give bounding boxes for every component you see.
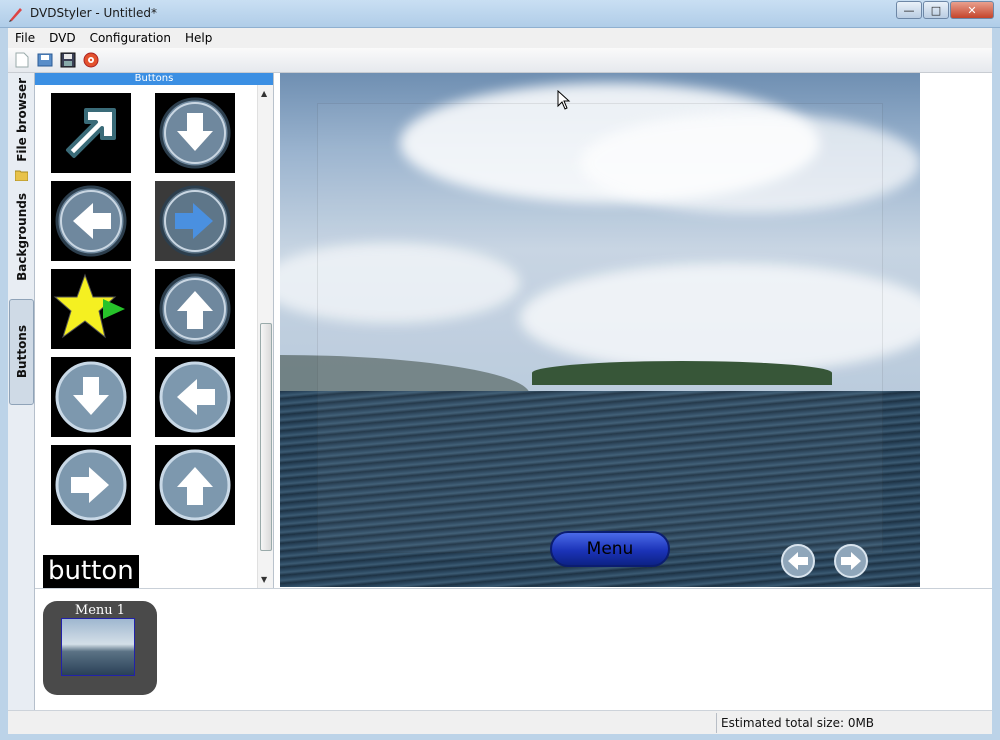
menu-button[interactable]: Menu bbox=[550, 531, 670, 567]
open-icon[interactable] bbox=[35, 50, 55, 70]
side-tabs: File browser Backgrounds Buttons bbox=[8, 73, 35, 710]
menus-strip: Menu 1 bbox=[35, 588, 992, 710]
button-thumb-arrow-left-2[interactable] bbox=[155, 357, 235, 437]
arrow-left-icon bbox=[55, 185, 127, 257]
title-bar: DVDStyler - Untitled* — □ ✕ bbox=[0, 0, 1000, 28]
arrow-up-icon bbox=[159, 273, 231, 345]
close-button[interactable]: ✕ bbox=[950, 1, 994, 19]
button-thumb-arrow-up-right[interactable] bbox=[51, 93, 131, 173]
menu-configuration[interactable]: Configuration bbox=[83, 31, 178, 45]
minimize-button[interactable]: — bbox=[896, 1, 922, 19]
button-thumb-arrow-right-2[interactable] bbox=[51, 445, 131, 525]
panel-scrollbar[interactable]: ▲ ▼ bbox=[257, 85, 273, 588]
buttons-panel: Buttons button ▲ ▼ bbox=[35, 73, 273, 588]
arrow-down-icon bbox=[55, 361, 127, 433]
tab-label: Backgrounds bbox=[14, 193, 29, 281]
menu-thumbnail-label: Menu 1 bbox=[74, 603, 126, 618]
menu-help[interactable]: Help bbox=[178, 31, 219, 45]
tab-backgrounds[interactable]: Backgrounds bbox=[9, 191, 34, 283]
menu-file[interactable]: File bbox=[8, 31, 42, 45]
button-thumb-arrow-up[interactable] bbox=[155, 269, 235, 349]
scroll-thumb[interactable] bbox=[260, 323, 272, 551]
menu-bar: File DVD Configuration Help bbox=[8, 28, 992, 48]
status-bar: Estimated total size: 0MB bbox=[8, 710, 992, 734]
menu-preview-canvas[interactable]: Menu bbox=[280, 73, 920, 587]
nav-next-icon[interactable] bbox=[833, 543, 869, 579]
arrow-down-icon bbox=[159, 97, 231, 169]
button-thumb-arrow-left[interactable] bbox=[51, 181, 131, 261]
safe-area-frame bbox=[317, 103, 883, 553]
arrow-right-icon bbox=[55, 449, 127, 521]
arrow-right-icon bbox=[159, 185, 231, 257]
window-title: DVDStyler - Untitled* bbox=[30, 6, 157, 20]
arrow-up-icon bbox=[159, 449, 231, 521]
maximize-button[interactable]: □ bbox=[923, 1, 949, 19]
burn-icon[interactable] bbox=[81, 50, 101, 70]
new-file-icon[interactable] bbox=[12, 50, 32, 70]
button-thumb-arrow-up-2[interactable] bbox=[155, 445, 235, 525]
tab-label: File browser bbox=[14, 78, 29, 162]
star-play-icon bbox=[53, 273, 125, 339]
menu-dvd[interactable]: DVD bbox=[42, 31, 82, 45]
toolbar bbox=[8, 48, 992, 73]
button-thumb-arrow-down-2[interactable] bbox=[51, 357, 131, 437]
tab-buttons[interactable]: Buttons bbox=[9, 299, 34, 405]
menu-thumbnail[interactable]: Menu 1 bbox=[43, 601, 157, 695]
scroll-up-icon[interactable]: ▲ bbox=[261, 89, 267, 98]
estimated-size: Estimated total size: 0MB bbox=[721, 716, 875, 730]
status-divider bbox=[716, 713, 717, 733]
folder-icon bbox=[15, 170, 28, 181]
button-thumb-arrow-down[interactable] bbox=[155, 93, 235, 173]
panel-header: Buttons bbox=[35, 73, 273, 85]
tab-file-browser[interactable]: File browser bbox=[9, 77, 34, 185]
text-button-sample[interactable]: button bbox=[43, 555, 139, 588]
button-thumb-star-play[interactable] bbox=[51, 269, 131, 349]
button-thumb-arrow-right[interactable] bbox=[155, 181, 235, 261]
nav-prev-icon[interactable] bbox=[780, 543, 816, 579]
arrow-up-right-icon bbox=[66, 108, 116, 158]
scroll-down-icon[interactable]: ▼ bbox=[261, 575, 267, 584]
app-icon bbox=[9, 8, 22, 22]
menu-editor: Menu bbox=[273, 73, 992, 588]
mouse-cursor-icon bbox=[557, 90, 571, 110]
tab-label: Buttons bbox=[14, 325, 29, 379]
arrow-left-icon bbox=[159, 361, 231, 433]
menu-thumbnail-image bbox=[61, 618, 135, 676]
save-icon[interactable] bbox=[58, 50, 78, 70]
